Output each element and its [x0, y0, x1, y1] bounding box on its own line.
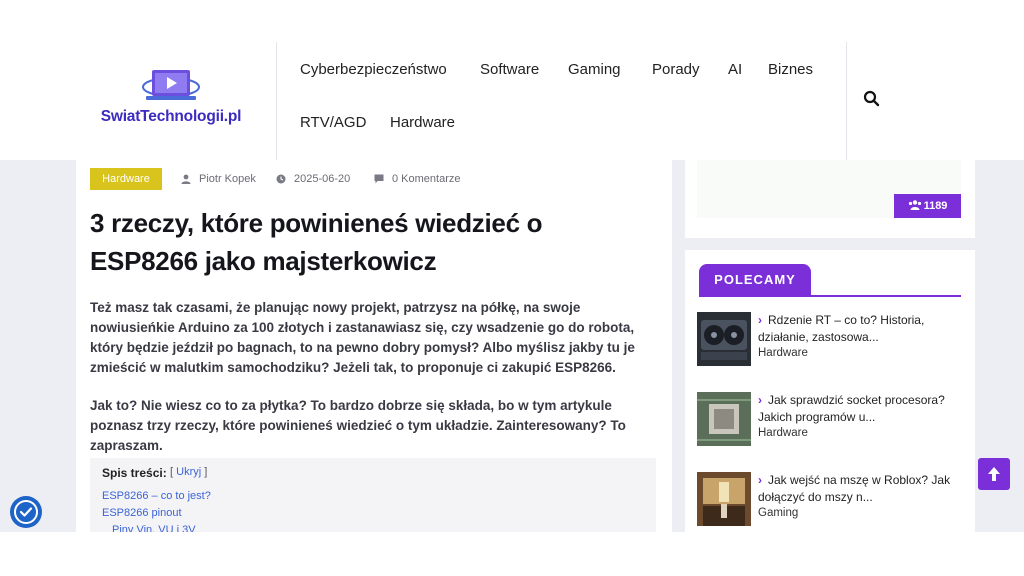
recommended-item[interactable]: › Rdzenie RT – co to? Historia, działanie… [697, 312, 967, 372]
letterbox-top [0, 0, 1024, 42]
author-name: Piotr Kopek [199, 173, 256, 185]
recommended-thumbnail[interactable] [697, 392, 751, 446]
accessibility-icon [14, 500, 38, 524]
gpu-image [697, 312, 751, 366]
comment-icon [374, 174, 384, 184]
polecamy-underline [699, 295, 961, 297]
nav-item-hardware[interactable]: Hardware [390, 114, 455, 131]
recommended-title-text: Jak sprawdzić socket procesora? Jakich p… [758, 393, 945, 424]
header-divider-left [276, 42, 277, 160]
logo-laptop-icon [142, 70, 200, 100]
logo-text: SwiatTechnologii.pl [100, 108, 242, 125]
recommended-item[interactable]: › Jak wejść na mszę w Roblox? Jak dołączy… [697, 472, 967, 532]
recommended-thumbnail[interactable] [697, 312, 751, 366]
roblox-church-image [697, 472, 751, 526]
recommended-category[interactable]: Hardware [758, 347, 808, 359]
toc-toggle[interactable]: [ Ukryj ] [170, 466, 207, 478]
sidebar-widget-followers: 1189 [685, 160, 975, 238]
nav-item-biznes[interactable]: Biznes [768, 61, 813, 78]
article-card: Hardware Piotr Kopek 2025-06-20 0 Koment… [76, 160, 672, 532]
date-meta: 2025-06-20 [276, 168, 366, 190]
nav-item-rtv-agd[interactable]: RTV/AGD [300, 114, 366, 131]
recommended-category[interactable]: Hardware [758, 427, 808, 439]
followers-count: 1189 [923, 200, 948, 212]
chevron-right-icon: › [758, 473, 762, 487]
page: SwiatTechnologii.pl Cyberbezpieczeństwo … [0, 42, 1024, 532]
site-header: SwiatTechnologii.pl Cyberbezpieczeństwo … [0, 42, 1024, 160]
recommended-category[interactable]: Gaming [758, 507, 798, 519]
toc-link[interactable]: ESP8266 – co to jest? [102, 490, 211, 502]
search-button[interactable] [863, 90, 881, 108]
recommended-title-text: Rdzenie RT – co to? Historia, działanie,… [758, 313, 925, 344]
polecamy-heading: POLECAMY [699, 264, 811, 296]
recommended-title[interactable]: › Rdzenie RT – co to? Historia, działanie… [758, 312, 968, 346]
comments-count: 0 Komentarze [392, 173, 461, 185]
followers-count-badge[interactable]: 1189 [894, 194, 961, 218]
post-date: 2025-06-20 [294, 173, 351, 185]
clock-icon [276, 174, 286, 184]
nav-item-software[interactable]: Software [480, 61, 539, 78]
table-of-contents: Spis treści: [ Ukryj ] ESP8266 – co to j… [90, 458, 656, 532]
recommended-item[interactable]: › Jak sprawdzić socket procesora? Jakich … [697, 392, 967, 452]
recommended-title-text: Jak wejść na mszę w Roblox? Jak dołączyć… [758, 473, 951, 504]
author-meta[interactable]: Piotr Kopek [181, 168, 271, 190]
article-title: 3 rzeczy, które powinieneś wiedzieć o ES… [90, 208, 543, 276]
comments-meta[interactable]: 0 Komentarze [374, 168, 474, 190]
toc-link[interactable]: ESP8266 pinout [102, 507, 182, 519]
users-icon [908, 200, 921, 210]
nav-item-cyberbezpieczenstwo[interactable]: Cyberbezpieczeństwo [300, 61, 447, 78]
arrow-up-icon [988, 467, 1000, 481]
article-paragraph-1: Też masz tak czasami, że planując nowy p… [90, 300, 635, 375]
search-icon [863, 90, 880, 107]
chevron-right-icon: › [758, 393, 762, 407]
cpu-socket-image [697, 392, 751, 446]
chevron-right-icon: › [758, 313, 762, 327]
header-divider-right [846, 42, 847, 160]
recommended-title[interactable]: › Jak wejść na mszę w Roblox? Jak dołączy… [758, 472, 968, 506]
nav-item-porady[interactable]: Porady [652, 61, 700, 78]
toc-toggle-label[interactable]: Ukryj [176, 466, 201, 478]
toc-link[interactable]: Piny Vin, VU i 3V [112, 524, 196, 532]
toc-title: Spis treści: [102, 466, 167, 480]
main-nav: Cyberbezpieczeństwo Software Gaming Pora… [300, 42, 830, 160]
accessibility-button[interactable] [10, 496, 42, 528]
nav-item-ai[interactable]: AI [728, 61, 742, 78]
site-logo[interactable]: SwiatTechnologii.pl [88, 64, 254, 134]
user-icon [181, 174, 191, 184]
recommended-title[interactable]: › Jak sprawdzić socket procesora? Jakich … [758, 392, 968, 426]
scroll-to-top-button[interactable] [978, 458, 1010, 490]
nav-item-gaming[interactable]: Gaming [568, 61, 621, 78]
sidebar-widget-polecamy: POLECAMY › Rdzenie RT – co to? Historia, … [685, 250, 975, 532]
category-badge[interactable]: Hardware [90, 168, 162, 190]
recommended-thumbnail[interactable] [697, 472, 751, 526]
letterbox-bottom [0, 532, 1024, 576]
article-paragraph-2: Jak to? Nie wiesz co to za płytka? To ba… [90, 398, 626, 453]
